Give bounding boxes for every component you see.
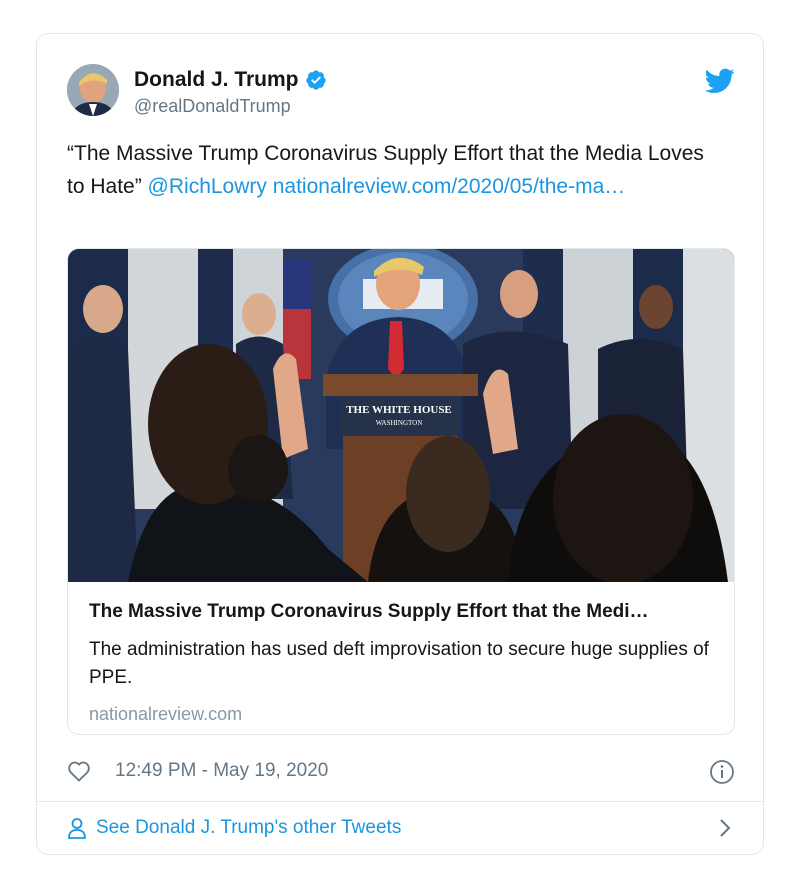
tweet-text: “The Massive Trump Coronavirus Supply Ef… — [67, 137, 727, 203]
see-other-tweets-link[interactable]: See Donald J. Trump's other Tweets — [67, 814, 735, 842]
mention-link[interactable]: @RichLowry — [148, 175, 267, 198]
tweet-timestamp[interactable]: 12:49 PM - May 19, 2020 — [115, 760, 328, 782]
tweet-meta-row: 12:49 PM - May 19, 2020 — [67, 757, 735, 785]
author-avatar[interactable] — [67, 64, 119, 116]
chevron-right-icon[interactable] — [719, 818, 731, 838]
author-handle[interactable]: @realDonaldTrump — [134, 96, 291, 117]
verified-badge-icon — [305, 70, 326, 90]
footer-divider — [37, 801, 763, 802]
card-description: The administration has used deft improvi… — [89, 639, 709, 688]
tweet-header: Donald J. Trump @realDonaldTrump — [67, 62, 735, 118]
author-name[interactable]: Donald J. Trump — [134, 68, 299, 92]
person-icon — [68, 818, 86, 839]
link-preview-card[interactable]: THE WHITE HOUSE WASHINGTON The Massive T… — [67, 248, 735, 735]
card-title[interactable]: The Massive Trump Coronavirus Supply Eff… — [89, 601, 719, 623]
twitter-bird-icon[interactable] — [705, 68, 735, 94]
card-domain: nationalreview.com — [89, 704, 243, 724]
url-link[interactable]: nationalreview.com/2020/05/the-ma… — [267, 175, 626, 198]
press-briefing-photo: THE WHITE HOUSE WASHINGTON — [68, 249, 734, 582]
tweet-embed-card: Donald J. Trump @realDonaldTrump “The Ma… — [36, 33, 764, 855]
heart-icon[interactable] — [67, 760, 91, 782]
podium-sign-line1: THE WHITE HOUSE — [346, 404, 452, 416]
see-other-tweets-label[interactable]: See Donald J. Trump's other Tweets — [96, 817, 401, 839]
info-icon[interactable] — [709, 759, 735, 785]
podium-sign-line2: WASHINGTON — [376, 419, 423, 427]
